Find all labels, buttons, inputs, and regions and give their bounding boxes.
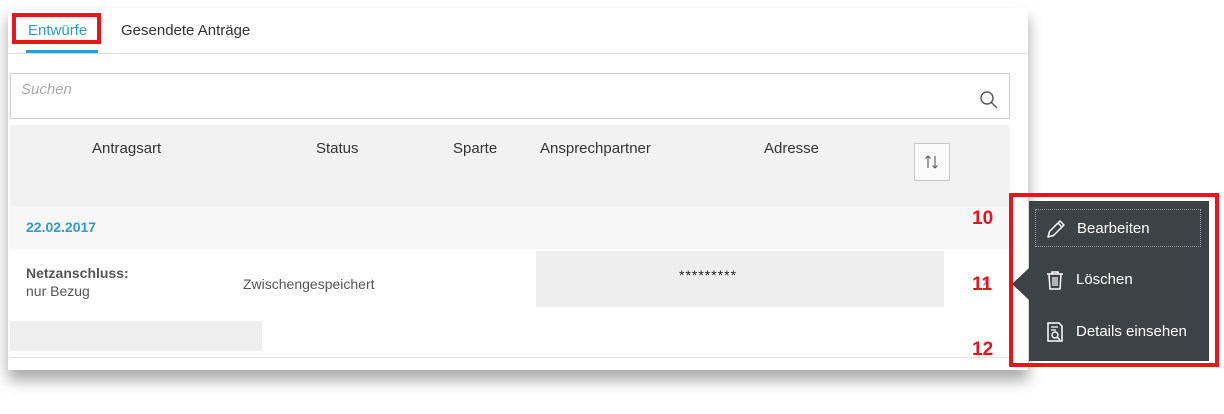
tab-sent-requests[interactable]: Gesendete Anträge [121, 22, 250, 39]
annotation-number-11: 11 [972, 274, 993, 295]
row-status: Zwischengespeichert [243, 276, 375, 292]
tab-highlight-box [12, 13, 101, 44]
active-tab-indicator [26, 50, 98, 53]
row-address: ********* [679, 267, 738, 283]
annotation-number-12: 12 [972, 339, 994, 360]
column-header-status[interactable]: Status [316, 140, 359, 157]
group-date: 22.02.2017 [26, 219, 97, 235]
column-header-sparte[interactable]: Sparte [453, 140, 497, 157]
sort-button[interactable] [914, 143, 950, 181]
placeholder-cell [10, 321, 262, 351]
search-input[interactable] [19, 80, 943, 99]
search-icon[interactable] [979, 90, 999, 110]
row-request-subtype: nur Bezug [26, 283, 90, 299]
search-box [10, 73, 1010, 119]
menu-highlight-box [1009, 193, 1219, 367]
tab-bar: Entwürfe Gesendete Anträge [8, 8, 1028, 54]
table-row[interactable]: Netzanschluss: nur Bezug Zwischengespeic… [10, 249, 1010, 316]
column-header-ansprechpartner[interactable]: Ansprechpartner [540, 140, 651, 157]
table-row [10, 315, 1010, 358]
date-group-header: 22.02.2017 [10, 207, 1010, 250]
table-header: Antragsart Status Sparte Ansprechpartner… [10, 125, 1010, 208]
row-request-type: Netzanschluss: [26, 265, 129, 281]
sort-icon [925, 155, 938, 169]
row-masked-cell [536, 251, 944, 307]
annotation-number-10: 10 [972, 208, 994, 229]
drafts-panel: Entwürfe Gesendete Anträge Antragsart St… [8, 8, 1028, 370]
column-header-adresse[interactable]: Adresse [764, 140, 819, 157]
column-header-antragsart[interactable]: Antragsart [92, 140, 161, 157]
